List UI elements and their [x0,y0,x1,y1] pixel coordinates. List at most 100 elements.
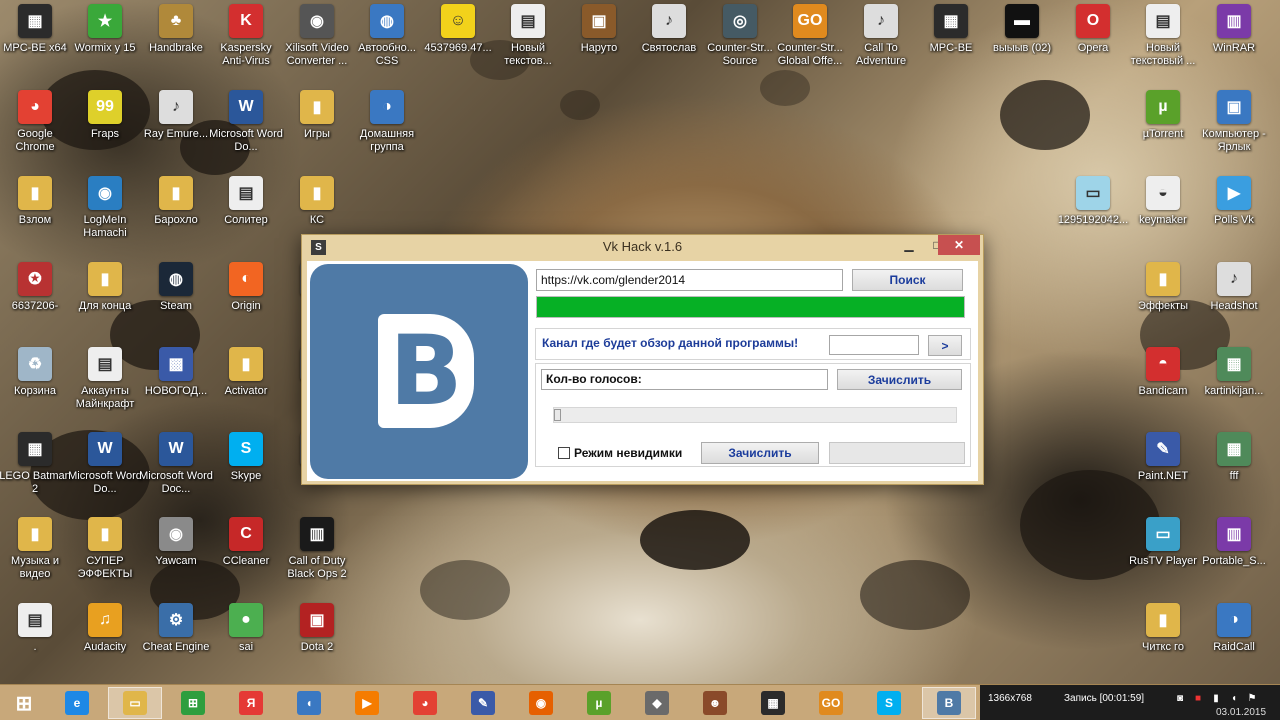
taskbar-start[interactable]: ⊞ [4,687,44,719]
desktop-icon[interactable]: ♫ Audacity [70,603,140,685]
desktop-icon[interactable]: ● sai [211,603,281,685]
desktop-icon[interactable]: ◎ Counter-Str... Source [705,4,775,86]
desktop-icon[interactable]: ◐ Origin [211,262,281,344]
desktop-icon[interactable]: ▤ Новый текстов... [493,4,563,86]
desktop-icon[interactable]: ▩ НОВОГОД... [141,347,211,429]
url-input[interactable]: https://vk.com/glender2014 [536,269,843,291]
desktop-icon[interactable]: W Microsoft Word Do... [209,90,283,172]
desktop-icon[interactable]: ◕ Google Chrome [0,90,70,172]
desktop-icon[interactable]: ▮ Activator [211,347,281,429]
credit-button-1[interactable]: Зачислить [837,369,962,390]
taskbar-yandex[interactable]: Я [224,687,278,719]
desktop-icon[interactable]: ▮ Взлом [0,176,70,258]
desktop-icon[interactable]: ▥ Portable_S... [1199,517,1269,599]
taskbar-file-explorer[interactable]: ▭ [108,687,162,719]
desktop-icon[interactable]: ▦ fff [1199,432,1269,514]
desktop-icon[interactable]: S Skype [211,432,281,514]
blank-button[interactable] [829,442,965,464]
desktop-icon[interactable]: ▤. [0,603,70,685]
taskbar-paint[interactable]: ✎ [456,687,510,719]
volume-icon[interactable]: ◖ [1228,693,1240,704]
taskbar-csgo[interactable]: GO [804,687,858,719]
desktop-icon[interactable]: ▮ Читкс го [1128,603,1198,685]
taskbar-chrome[interactable]: ◕ [398,687,452,719]
desktop-icon[interactable]: O Opera [1058,4,1128,86]
votes-slider[interactable] [553,407,957,423]
desktop-icon[interactable]: ▬ выыыв (02) [987,4,1057,86]
desktop-icon[interactable]: K Kaspersky Anti-Virus [211,4,281,86]
desktop-icon[interactable]: µ µTorrent [1128,90,1198,172]
desktop-icon[interactable]: ▮ Музыка и видео [0,517,70,599]
taskbar-utorrent[interactable]: µ [572,687,626,719]
taskbar-hamachi[interactable]: ◆ [630,687,684,719]
go-button[interactable]: > [928,335,962,356]
desktop-icon[interactable]: ◑ RaidCall [1199,603,1269,685]
search-button[interactable]: Поиск [852,269,963,291]
camera-icon[interactable]: ◙ [1174,693,1186,704]
credit-button-2[interactable]: Зачислить [701,442,819,464]
desktop-icon[interactable]: ▭ RusTV Player [1128,517,1198,599]
desktop-icon[interactable]: ▮ Барохло [141,176,211,258]
desktop-icon[interactable]: ▦ LEGO Batman 2 [0,432,71,514]
desktop-icon[interactable]: ◉ LogMeIn Hamachi [70,176,140,258]
taskbar-audio[interactable]: ◖ [282,687,336,719]
desktop-icon[interactable]: ▮ Для конца [70,262,140,344]
invisible-mode-checkbox[interactable] [558,447,570,459]
taskbar-skype[interactable]: S [862,687,916,719]
desktop-icon[interactable]: ▤ Аккаунты Майнкрафт [70,347,140,429]
desktop-icon[interactable]: ◍ Автообно... CSS [352,4,422,86]
desktop-icon[interactable]: ⚙ Cheat Engine [141,603,211,685]
desktop-icon[interactable]: 99 Fraps [70,90,140,172]
desktop-icon[interactable]: W Microsoft Word Do... [68,432,142,514]
desktop-icon[interactable]: ▦ MPC-BE [916,4,986,86]
channel-input[interactable] [829,335,919,355]
desktop-icon[interactable]: ◓ Bandicam [1128,347,1198,429]
desktop-icon[interactable]: ▮ СУПЕР ЭФФЕКТЫ [70,517,140,599]
slider-thumb[interactable] [554,409,561,421]
desktop-icon[interactable]: ☺ 4537969.47... [423,4,493,86]
desktop-icon[interactable]: ▶ Polls Vk [1199,176,1269,258]
taskbar-vk-hack[interactable]: B [922,687,976,719]
desktop-icon[interactable]: ✎ Paint.NET [1128,432,1198,514]
desktop-icon[interactable]: ▣ Компьютер - Ярлык [1199,90,1269,172]
desktop-icon[interactable]: ▤ Новый текстовый ... [1128,4,1198,86]
taskbar-mpc-be[interactable]: ▦ [746,687,800,719]
desktop-icon[interactable]: ▦ MPC-BE x64 [0,4,70,86]
desktop-icon[interactable]: ◉ Yawcam [141,517,211,599]
flag-icon[interactable]: ⚑ [1246,693,1258,704]
desktop-icon[interactable]: ◍ Steam [141,262,211,344]
desktop-icon[interactable]: ♣ Handbrake [141,4,211,86]
desktop-icon[interactable]: W Microsoft Word Doc... [139,432,213,514]
desktop-icon[interactable]: ▦ kartinkijan... [1199,347,1269,429]
close-button[interactable]: ✕ [938,235,980,255]
taskbar-store[interactable]: ⊞ [166,687,220,719]
desktop-icon[interactable]: ▮ Эффекты [1128,262,1198,344]
stop-icon[interactable]: ■ [1192,693,1204,704]
desktop-icon[interactable]: ▥ Call of Duty Black Ops 2 [282,517,352,599]
desktop-icon[interactable]: ▤ Солитер [211,176,281,258]
desktop-icon[interactable]: ▭ 1295192042... [1058,176,1128,258]
taskbar-internet-explorer[interactable]: e [50,687,104,719]
desktop-icon[interactable]: GO Counter-Str... Global Offe... [775,4,845,86]
desktop-icon[interactable]: ✪ 6637206- [0,262,70,344]
desktop-icon[interactable]: ▮ Игры [282,90,352,172]
desktop-icon[interactable]: C CCleaner [211,517,281,599]
taskbar-game[interactable]: ☻ [688,687,742,719]
taskbar-player[interactable]: ▶ [340,687,394,719]
desktop-icon[interactable]: ★ Wormix у 15 [70,4,140,86]
desktop-icon[interactable]: ◉ Xilisoft Video Converter ... [282,4,352,86]
desktop-icon[interactable]: ◑ Домашняя группа [352,90,422,172]
network-icon[interactable]: ▮ [1210,693,1222,704]
taskbar-firefox[interactable]: ◉ [514,687,568,719]
title-bar[interactable]: S Vk Hack v.1.6 ▁ □ ✕ [302,235,983,259]
desktop-icon[interactable]: ♪ Call To Adventure [846,4,916,86]
desktop-icon[interactable]: ♪ Святослав [634,4,704,86]
desktop-icon[interactable]: ▥ WinRAR [1199,4,1269,86]
minimize-button[interactable]: ▁ [895,235,923,255]
desktop-icon[interactable]: ▣ Dota 2 [282,603,352,685]
desktop-icon[interactable]: ◒ keymaker [1128,176,1198,258]
desktop-icon[interactable]: ♪ Ray Emure... [141,90,211,172]
desktop-icon[interactable]: ♪ Headshot [1199,262,1269,344]
desktop-icon[interactable]: ▣ Наруто [564,4,634,86]
desktop-icon[interactable]: ♻ Корзина [0,347,70,429]
